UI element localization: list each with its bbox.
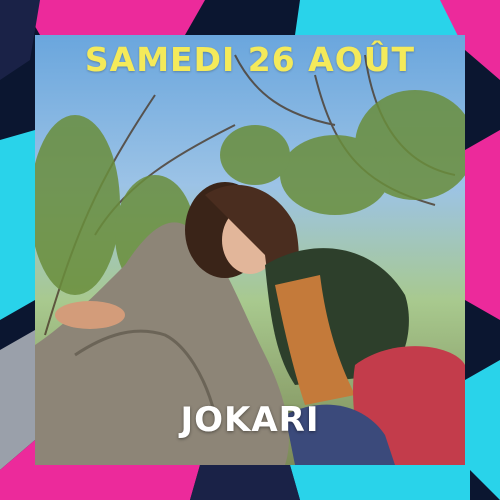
event-date: SAMEDI 26 AOÛT — [84, 40, 416, 79]
artist-name: JOKARI — [180, 400, 320, 440]
